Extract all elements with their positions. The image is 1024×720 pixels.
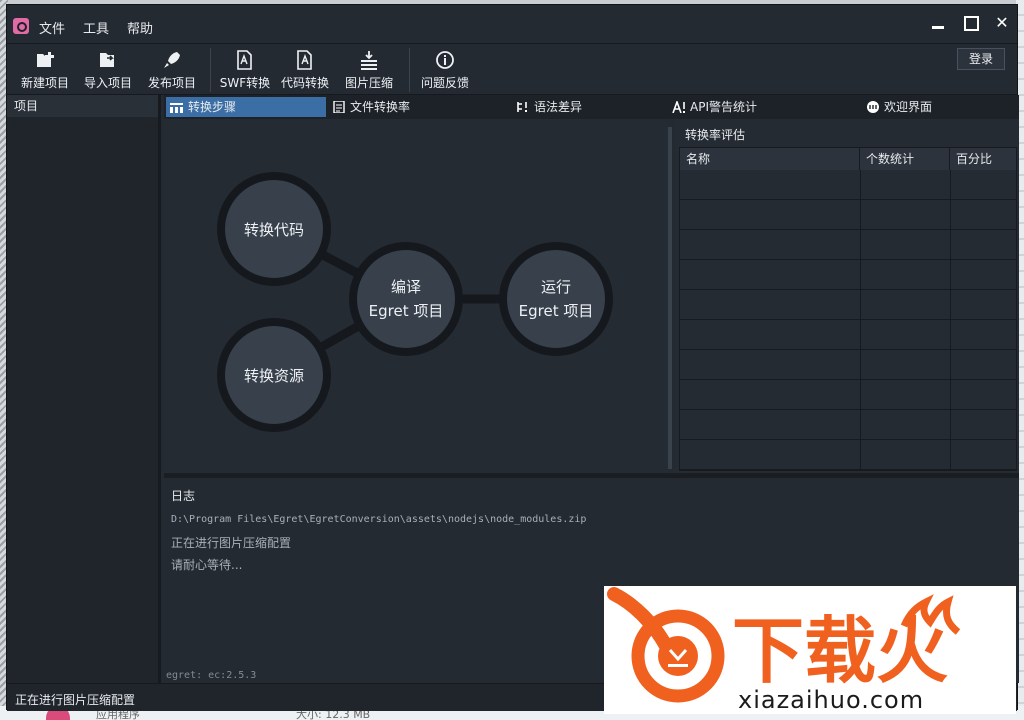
project-panel: 项目 <box>7 95 161 683</box>
menu-tools[interactable]: 工具 <box>83 18 109 37</box>
project-panel-title: 项目 <box>7 95 158 117</box>
steps-icon <box>170 103 183 113</box>
import-folder-icon <box>100 53 114 67</box>
log-line: 正在进行图片压缩配置 <box>171 536 292 550</box>
watermark: 下载火 xiazaihuo.com <box>604 586 1016 714</box>
tab-bar: 转换步骤 文件转换率 语法差异 API警告统计 欢迎界面 <box>164 95 1019 119</box>
node-convert-assets[interactable]: 转换资源 <box>217 318 331 432</box>
syntax-diff-icon <box>517 102 527 112</box>
toolbar: 新建项目 导入项目 发布项目 SWF转换 代码转换 图片压缩 问题反馈 登录 <box>7 43 1017 95</box>
app-logo-icon <box>13 18 29 34</box>
swf-file-icon <box>237 50 252 70</box>
menu-bar: 文件 工具 帮助 <box>39 18 153 37</box>
new-project-button[interactable]: 新建项目 <box>19 48 71 92</box>
log-line: 请耐心等待... <box>171 558 243 572</box>
node-run-label-1: 运行 <box>541 278 571 296</box>
watermark-brand: 下载火 <box>732 609 948 693</box>
rocket-icon <box>164 52 180 68</box>
node-compile-label-1: 编译 <box>391 278 421 296</box>
toolbar-separator <box>210 48 211 92</box>
version-label: egret: ec:2.5.3 <box>166 670 257 681</box>
tab-conversion-steps[interactable]: 转换步骤 <box>166 97 326 117</box>
table-header: 名称 个数统计 百分比 <box>680 148 1016 170</box>
table-row[interactable] <box>680 440 1016 470</box>
status-text: 正在进行图片压缩配置 <box>15 693 136 707</box>
table-column-divider <box>860 170 861 470</box>
conversion-rate-panel: 转换率评估 名称 个数统计 百分比 <box>675 119 1019 473</box>
node-run-project[interactable]: 运行 Egret 项目 <box>499 242 613 356</box>
steps-diagram-svg: 转换代码 转换资源 编译 Egret 项目 运行 Egret 项目 <box>217 172 613 432</box>
image-compress-button[interactable]: 图片压缩 <box>343 48 395 92</box>
menu-file[interactable]: 文件 <box>39 18 65 37</box>
table-row[interactable] <box>680 410 1016 440</box>
node-convert-code[interactable]: 转换代码 <box>217 172 331 286</box>
column-count[interactable]: 个数统计 <box>860 148 950 170</box>
table-row[interactable] <box>680 200 1016 230</box>
api-warning-icon <box>672 101 685 113</box>
log-title: 日志 <box>171 489 196 503</box>
tab-syntax-diff[interactable]: 语法差异 <box>516 97 582 117</box>
close-icon[interactable]: ✕ <box>991 13 1013 33</box>
title-bar: 文件 工具 帮助 ✕ <box>7 5 1017 43</box>
conversion-rate-title: 转换率评估 <box>685 128 746 142</box>
watermark-site: xiazaihuo.com <box>738 686 925 714</box>
panel-splitter[interactable] <box>668 127 672 469</box>
conversion-rate-table: 名称 个数统计 百分比 <box>679 147 1017 471</box>
minimize-icon[interactable] <box>927 13 949 33</box>
conversion-steps-diagram: 转换代码 转换资源 编译 Egret 项目 运行 Egret 项目 <box>164 119 668 473</box>
table-row[interactable] <box>680 230 1016 260</box>
table-row[interactable] <box>680 290 1016 320</box>
table-row[interactable] <box>680 380 1016 410</box>
node-convert-assets-label: 转换资源 <box>244 367 304 385</box>
table-row[interactable] <box>680 260 1016 290</box>
swf-convert-button[interactable]: SWF转换 <box>219 48 271 92</box>
tab-file-conversion-rate[interactable]: 文件转换率 <box>332 97 410 117</box>
publish-project-button[interactable]: 发布项目 <box>146 48 198 92</box>
table-row[interactable] <box>680 350 1016 380</box>
column-name[interactable]: 名称 <box>680 148 860 170</box>
compress-icon <box>361 51 377 70</box>
table-row[interactable] <box>680 170 1016 200</box>
node-compile-label-2: Egret 项目 <box>369 302 444 320</box>
import-project-button[interactable]: 导入项目 <box>82 48 134 92</box>
tab-api-warnings[interactable]: API警告统计 <box>672 97 757 117</box>
node-run-label-2: Egret 项目 <box>519 302 594 320</box>
table-column-divider <box>950 170 951 470</box>
code-file-icon <box>297 50 312 70</box>
new-folder-icon <box>37 52 54 67</box>
code-convert-button[interactable]: 代码转换 <box>279 48 331 92</box>
login-button[interactable]: 登录 <box>957 48 1005 70</box>
info-icon <box>436 51 454 69</box>
node-convert-code-label: 转换代码 <box>244 221 304 239</box>
maximize-icon[interactable] <box>959 13 981 33</box>
menu-help[interactable]: 帮助 <box>127 18 153 37</box>
tab-welcome[interactable]: 欢迎界面 <box>866 97 932 117</box>
toolbar-separator <box>409 48 410 92</box>
feedback-button[interactable]: 问题反馈 <box>419 48 471 92</box>
log-line: D:\Program Files\Egret\EgretConversion\a… <box>171 514 587 525</box>
column-percent[interactable]: 百分比 <box>950 148 1018 170</box>
welcome-icon <box>867 101 879 113</box>
table-row[interactable] <box>680 320 1016 350</box>
document-icon <box>333 101 345 113</box>
node-compile-project[interactable]: 编译 Egret 项目 <box>349 242 463 356</box>
